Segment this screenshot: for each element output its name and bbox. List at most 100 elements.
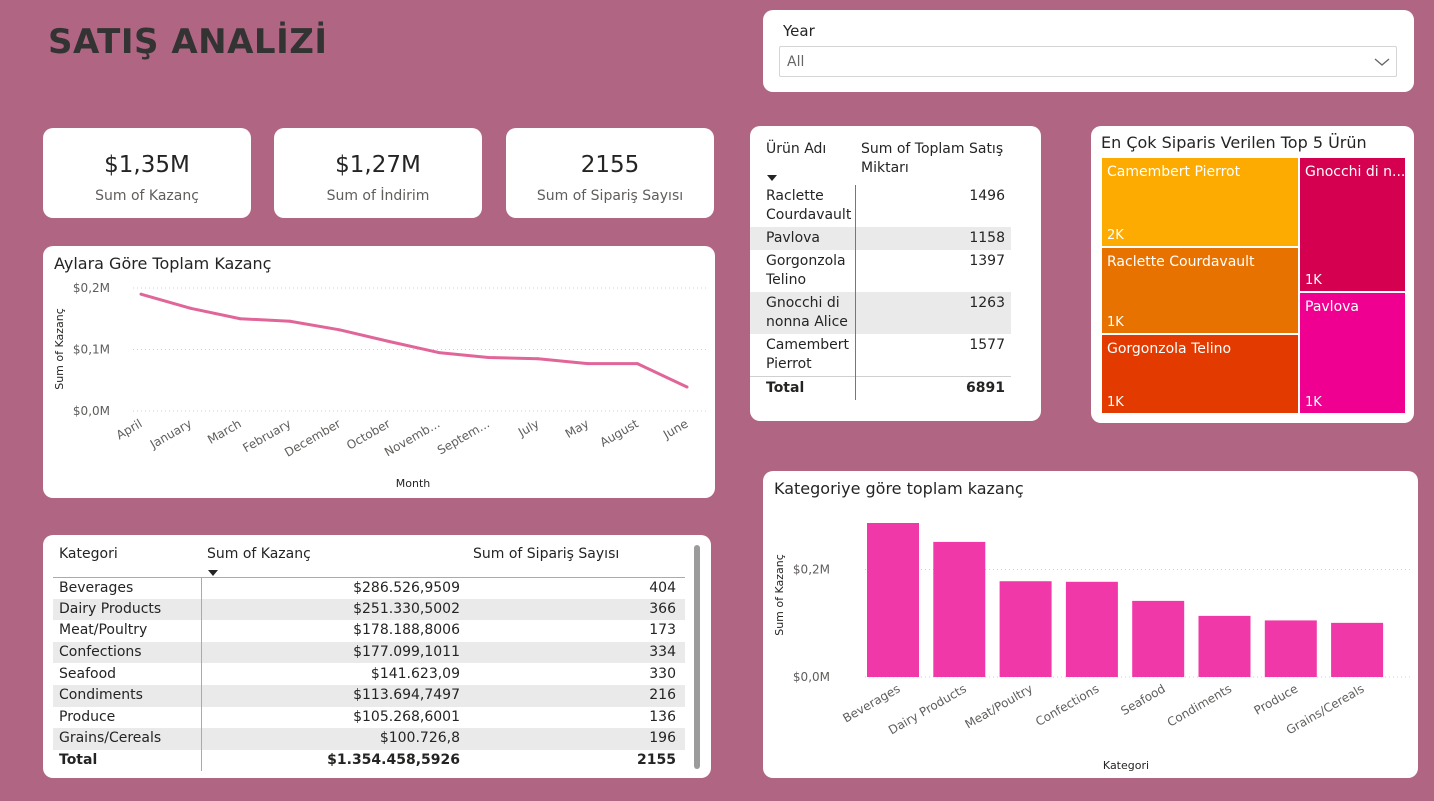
column-header[interactable]: Ürün Adı (750, 138, 855, 185)
table-row[interactable]: Meat/Poultry $178.188,8006 173 (53, 620, 685, 642)
table-row[interactable]: Gnocchi di nonna Alice 1263 (750, 292, 1011, 334)
x-tick-label: Confections (1033, 681, 1101, 729)
data-point[interactable] (437, 351, 441, 355)
total-label: Total (750, 376, 855, 400)
orders-cell: 216 (463, 684, 685, 707)
x-tick-label: May (563, 416, 591, 441)
orders-cell: 334 (463, 641, 685, 664)
earnings-cell: $113.694,7497 (200, 684, 463, 707)
treemap-tile[interactable]: Gorgonzola Telino 1K (1102, 335, 1298, 413)
orders-cell: 196 (463, 728, 685, 750)
data-point[interactable] (536, 357, 540, 361)
treemap-tile[interactable]: Camembert Pierrot 2K (1102, 158, 1298, 246)
x-tick-label: April (114, 416, 145, 442)
data-point[interactable] (635, 362, 639, 366)
table-row[interactable]: Pavlova 1158 (750, 227, 1011, 250)
treemap-tile[interactable]: Pavlova 1K (1300, 293, 1405, 413)
product-name-cell: Gorgonzola Telino (766, 253, 846, 288)
bar[interactable] (1198, 615, 1251, 677)
bar[interactable] (1132, 600, 1185, 677)
x-tick-label: Condiments (1165, 681, 1234, 729)
table-row[interactable]: Raclette Courdavault 1496 (750, 185, 1011, 227)
bar[interactable] (1331, 622, 1384, 677)
category-cell: Seafood (59, 665, 117, 682)
y-tick-label: $0,0M (73, 404, 110, 418)
table-row[interactable]: Grains/Cereals $100.726,8 196 (53, 728, 685, 750)
chart-title: En Çok Siparis Verilen Top 5 Ürün (1101, 133, 1367, 152)
table-row[interactable]: Beverages $286.526,9509 404 (53, 577, 685, 599)
table-row[interactable]: Seafood $141.623,09 330 (53, 663, 685, 685)
table-row[interactable]: Produce $105.268,6001 136 (53, 706, 685, 729)
table-row[interactable]: Camembert Pierrot 1577 (750, 334, 1011, 377)
category-earnings-table[interactable]: Kategori Sum of Kazanç Sum of Sipariş Sa… (43, 535, 711, 778)
table-row[interactable]: Dairy Products $251.330,5002 366 (53, 598, 685, 621)
bar[interactable] (1264, 620, 1317, 677)
category-cell: Confections (53, 641, 201, 664)
tile-label: Camembert Pierrot (1107, 164, 1241, 180)
tile-label: Gnocchi di n... (1305, 164, 1405, 180)
top5-products-treemap[interactable]: En Çok Siparis Verilen Top 5 Ürün Camemb… (1091, 126, 1414, 423)
table-row[interactable]: Condiments $113.694,7497 216 (53, 684, 685, 707)
data-point[interactable] (685, 385, 689, 389)
tile-value: 2K (1107, 228, 1124, 243)
data-point[interactable] (288, 319, 292, 323)
earnings-cell: $100.726,8 (200, 728, 463, 750)
tile-label: Pavlova (1305, 299, 1359, 315)
bar[interactable] (933, 541, 986, 677)
data-point[interactable] (189, 306, 193, 310)
product-sales-table[interactable]: Ürün Adı Sum of Toplam Satış Miktarı Rac… (750, 126, 1041, 421)
column-header[interactable]: Kategori (53, 535, 201, 578)
treemap-tile[interactable]: Raclette Courdavault 1K (1102, 248, 1298, 333)
data-point[interactable] (338, 328, 342, 332)
data-point[interactable] (139, 292, 143, 296)
column-header[interactable]: Sum of Sipariş Sayısı (463, 535, 685, 578)
table-row[interactable]: Confections $177.099,1011 334 (53, 641, 685, 664)
data-point[interactable] (387, 340, 391, 344)
bar[interactable] (867, 522, 919, 677)
vertical-scrollbar[interactable] (694, 545, 700, 769)
monthly-earnings-line-chart[interactable]: Aylara Göre Toplam Kazanç $0,0M $0,1M $0,2… (43, 246, 715, 498)
kpi-label: Sum of İndirim (326, 188, 430, 204)
category-earnings-bar-chart[interactable]: Kategoriye göre toplam kazanç $0,0M $0,2M… (763, 471, 1418, 778)
column-header[interactable]: Sum of Kazanç (201, 535, 463, 578)
bar-chart-svg: $0,0M$0,2MBeveragesDairy ProductsMeat/Po… (773, 522, 1413, 772)
data-point[interactable] (238, 317, 242, 321)
product-sales-cell: 1496 (854, 185, 1011, 227)
product-name-cell: Gnocchi di nonna Alice (750, 292, 855, 334)
product-sales-cell: 1158 (854, 227, 1011, 250)
x-tick-label: July (515, 416, 542, 439)
tile-value: 1K (1107, 315, 1124, 330)
table-row[interactable]: Gorgonzola Telino 1397 (750, 250, 1011, 292)
category-cell: Meat/Poultry (59, 622, 148, 639)
x-tick-label: Seafood (1118, 681, 1167, 718)
data-point[interactable] (586, 362, 590, 366)
data-point[interactable] (486, 355, 490, 359)
year-slicer-label: Year (783, 22, 815, 40)
year-dropdown[interactable]: All (779, 46, 1397, 77)
kpi-card-indirim: $1,27M Sum of İndirim (274, 128, 482, 218)
earnings-cell: $105.268,6001 (200, 706, 463, 729)
tile-value: 1K (1107, 395, 1124, 410)
kpi-value: $1,27M (335, 152, 421, 178)
sort-desc-icon (767, 175, 777, 181)
orders-cell: 330 (649, 665, 676, 682)
tile-label: Raclette Courdavault (1107, 254, 1255, 270)
category-cell: Beverages (59, 579, 134, 596)
page-title: SATIŞ ANALİZİ (48, 22, 328, 62)
series-line[interactable] (140, 292, 688, 389)
kpi-card-siparis: 2155 Sum of Sipariş Sayısı (506, 128, 714, 218)
x-tick-label: Meat/Poultry (963, 681, 1036, 731)
column-header-label: Sum of Kazanç (207, 546, 311, 562)
chevron-down-icon (1374, 58, 1390, 66)
earnings-cell: $141.623,09 (200, 663, 463, 685)
earnings-cell: $286.526,9509 (200, 577, 463, 599)
bar[interactable] (1065, 581, 1118, 677)
treemap-tile[interactable]: Gnocchi di n... 1K (1300, 158, 1405, 291)
total-kazanc: $1.354.458,5926 (200, 749, 463, 772)
x-axis-title: Kategori (1103, 759, 1149, 772)
y-axis-title: Sum of Kazanç (53, 308, 66, 390)
column-header[interactable]: Sum of Toplam Satış Miktarı (855, 138, 1011, 185)
bar[interactable] (999, 581, 1052, 677)
y-axis-title: Sum of Kazanç (773, 554, 786, 636)
x-tick-label: Produce (1252, 681, 1301, 717)
